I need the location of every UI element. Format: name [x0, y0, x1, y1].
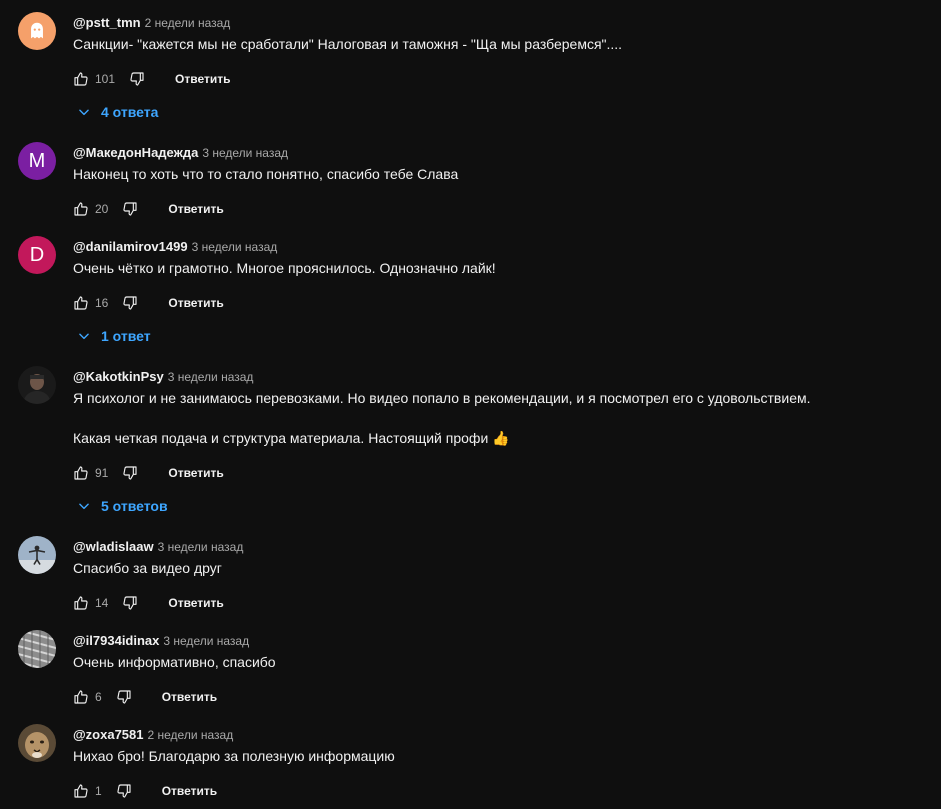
comment-time[interactable]: 3 недели назад [168, 370, 254, 384]
reply-button[interactable]: Ответить [162, 784, 217, 798]
dislike-icon[interactable] [122, 595, 138, 611]
comment-line: Санкции- "кажется мы не сработали" Налог… [73, 36, 623, 52]
like-icon[interactable] [73, 295, 89, 311]
replies-count: 1 ответ [101, 328, 151, 344]
author-name[interactable]: @danilamirov1499 [73, 239, 188, 254]
avatar-letter: M [28, 149, 46, 172]
like-icon[interactable] [73, 465, 89, 481]
view-replies-button[interactable]: 4 ответа [77, 104, 158, 120]
reply-button[interactable]: Ответить [162, 690, 217, 704]
comment-text: Нихао бро! Благодарю за полезную информа… [73, 746, 913, 766]
comment-actions: 14 Ответить [73, 594, 224, 612]
comment-time[interactable]: 3 недели назад [192, 240, 278, 254]
like-count: 6 [95, 690, 102, 704]
replies-count: 5 ответов [101, 498, 168, 514]
comment-text: Спасибо за видео друг [73, 558, 913, 578]
landscape-photo-avatar [18, 536, 56, 574]
pattern-photo-avatar [18, 630, 56, 668]
like-icon[interactable] [73, 201, 89, 217]
comment-actions: 1 Ответить [73, 782, 217, 800]
like-icon[interactable] [73, 689, 89, 705]
reply-button[interactable]: Ответить [168, 202, 223, 216]
author-name[interactable]: @МакедонНадежда [73, 145, 198, 160]
reply-button[interactable]: Ответить [168, 296, 223, 310]
comment-header: @pstt_tmn 2 недели назад [73, 14, 230, 32]
comment-line: Наконец то хоть что то стало понятно, сп… [73, 166, 459, 182]
like-count: 101 [95, 72, 116, 86]
comment-header: @il7934idinax 3 недели назад [73, 632, 249, 650]
like-count: 1 [95, 784, 102, 798]
like-icon[interactable] [73, 595, 89, 611]
avatar-letter: D [29, 243, 45, 266]
comment-line: Очень чётко и грамотно. Многое прояснило… [73, 260, 496, 276]
comment-actions: 6 Ответить [73, 688, 217, 706]
avatar[interactable] [18, 366, 56, 404]
comment-line: Очень информативно, спасибо [73, 654, 276, 670]
chevron-down-icon [77, 499, 91, 513]
author-name[interactable]: @KakotkinPsy [73, 369, 164, 384]
comment-text: Наконец то хоть что то стало понятно, сп… [73, 164, 913, 184]
comment-header: @МакедонНадежда 3 недели назад [73, 144, 288, 162]
author-name[interactable]: @pstt_tmn [73, 15, 141, 30]
animal-photo-avatar [18, 724, 56, 762]
comment-line: Какая четкая подача и структура материал… [73, 430, 510, 446]
avatar[interactable]: M [18, 142, 56, 180]
comment-header: @wladislaaw 3 недели назад [73, 538, 243, 556]
author-name[interactable]: @zoxa7581 [73, 727, 144, 742]
like-count: 91 [95, 466, 109, 480]
chevron-down-icon [77, 329, 91, 343]
dislike-icon[interactable] [116, 783, 132, 799]
comment-actions: 20 Ответить [73, 200, 224, 218]
comment-text: Санкции- "кажется мы не сработали" Налог… [73, 34, 913, 54]
author-name[interactable]: @wladislaaw [73, 539, 154, 554]
avatar[interactable]: D [18, 236, 56, 274]
avatar[interactable] [18, 536, 56, 574]
reply-button[interactable]: Ответить [175, 72, 230, 86]
like-count: 20 [95, 202, 109, 216]
comment-line: Нихао бро! Благодарю за полезную информа… [73, 748, 395, 764]
dislike-icon[interactable] [122, 465, 138, 481]
avatar[interactable] [18, 724, 56, 762]
comment-text: Очень чётко и грамотно. Многое прояснило… [73, 258, 913, 278]
view-replies-button[interactable]: 5 ответов [77, 498, 168, 514]
comment-time[interactable]: 3 недели назад [202, 146, 288, 160]
avatar[interactable] [18, 630, 56, 668]
comment-text: Очень информативно, спасибо [73, 652, 913, 672]
comment-time[interactable]: 3 недели назад [163, 634, 249, 648]
comment-text: Я психолог и не занимаюсь перевозками. Н… [73, 388, 913, 448]
chevron-down-icon [77, 105, 91, 119]
like-icon[interactable] [73, 783, 89, 799]
comment-header: @KakotkinPsy 3 недели назад [73, 368, 253, 386]
like-count: 14 [95, 596, 109, 610]
comment-actions: 101 Ответить [73, 70, 230, 88]
view-replies-button[interactable]: 1 ответ [77, 328, 151, 344]
dislike-icon[interactable] [116, 689, 132, 705]
person-photo-avatar [18, 366, 56, 404]
comment-time[interactable]: 2 недели назад [145, 16, 231, 30]
comment-time[interactable]: 3 недели назад [158, 540, 244, 554]
dislike-icon[interactable] [122, 201, 138, 217]
reply-button[interactable]: Ответить [168, 466, 223, 480]
like-count: 16 [95, 296, 109, 310]
comment-time[interactable]: 2 недели назад [148, 728, 234, 742]
dislike-icon[interactable] [129, 71, 145, 87]
comment-actions: 91 Ответить [73, 464, 224, 482]
avatar[interactable] [18, 12, 56, 50]
comment-line: Спасибо за видео друг [73, 560, 222, 576]
replies-count: 4 ответа [101, 104, 159, 120]
dislike-icon[interactable] [122, 295, 138, 311]
author-name[interactable]: @il7934idinax [73, 633, 159, 648]
reply-button[interactable]: Ответить [168, 596, 223, 610]
comment-header: @zoxa7581 2 недели назад [73, 726, 233, 744]
comment-actions: 16 Ответить [73, 294, 224, 312]
ghost-icon [26, 20, 48, 42]
like-icon[interactable] [73, 71, 89, 87]
comment-header: @danilamirov1499 3 недели назад [73, 238, 277, 256]
comment-line: Я психолог и не занимаюсь перевозками. Н… [73, 390, 811, 406]
